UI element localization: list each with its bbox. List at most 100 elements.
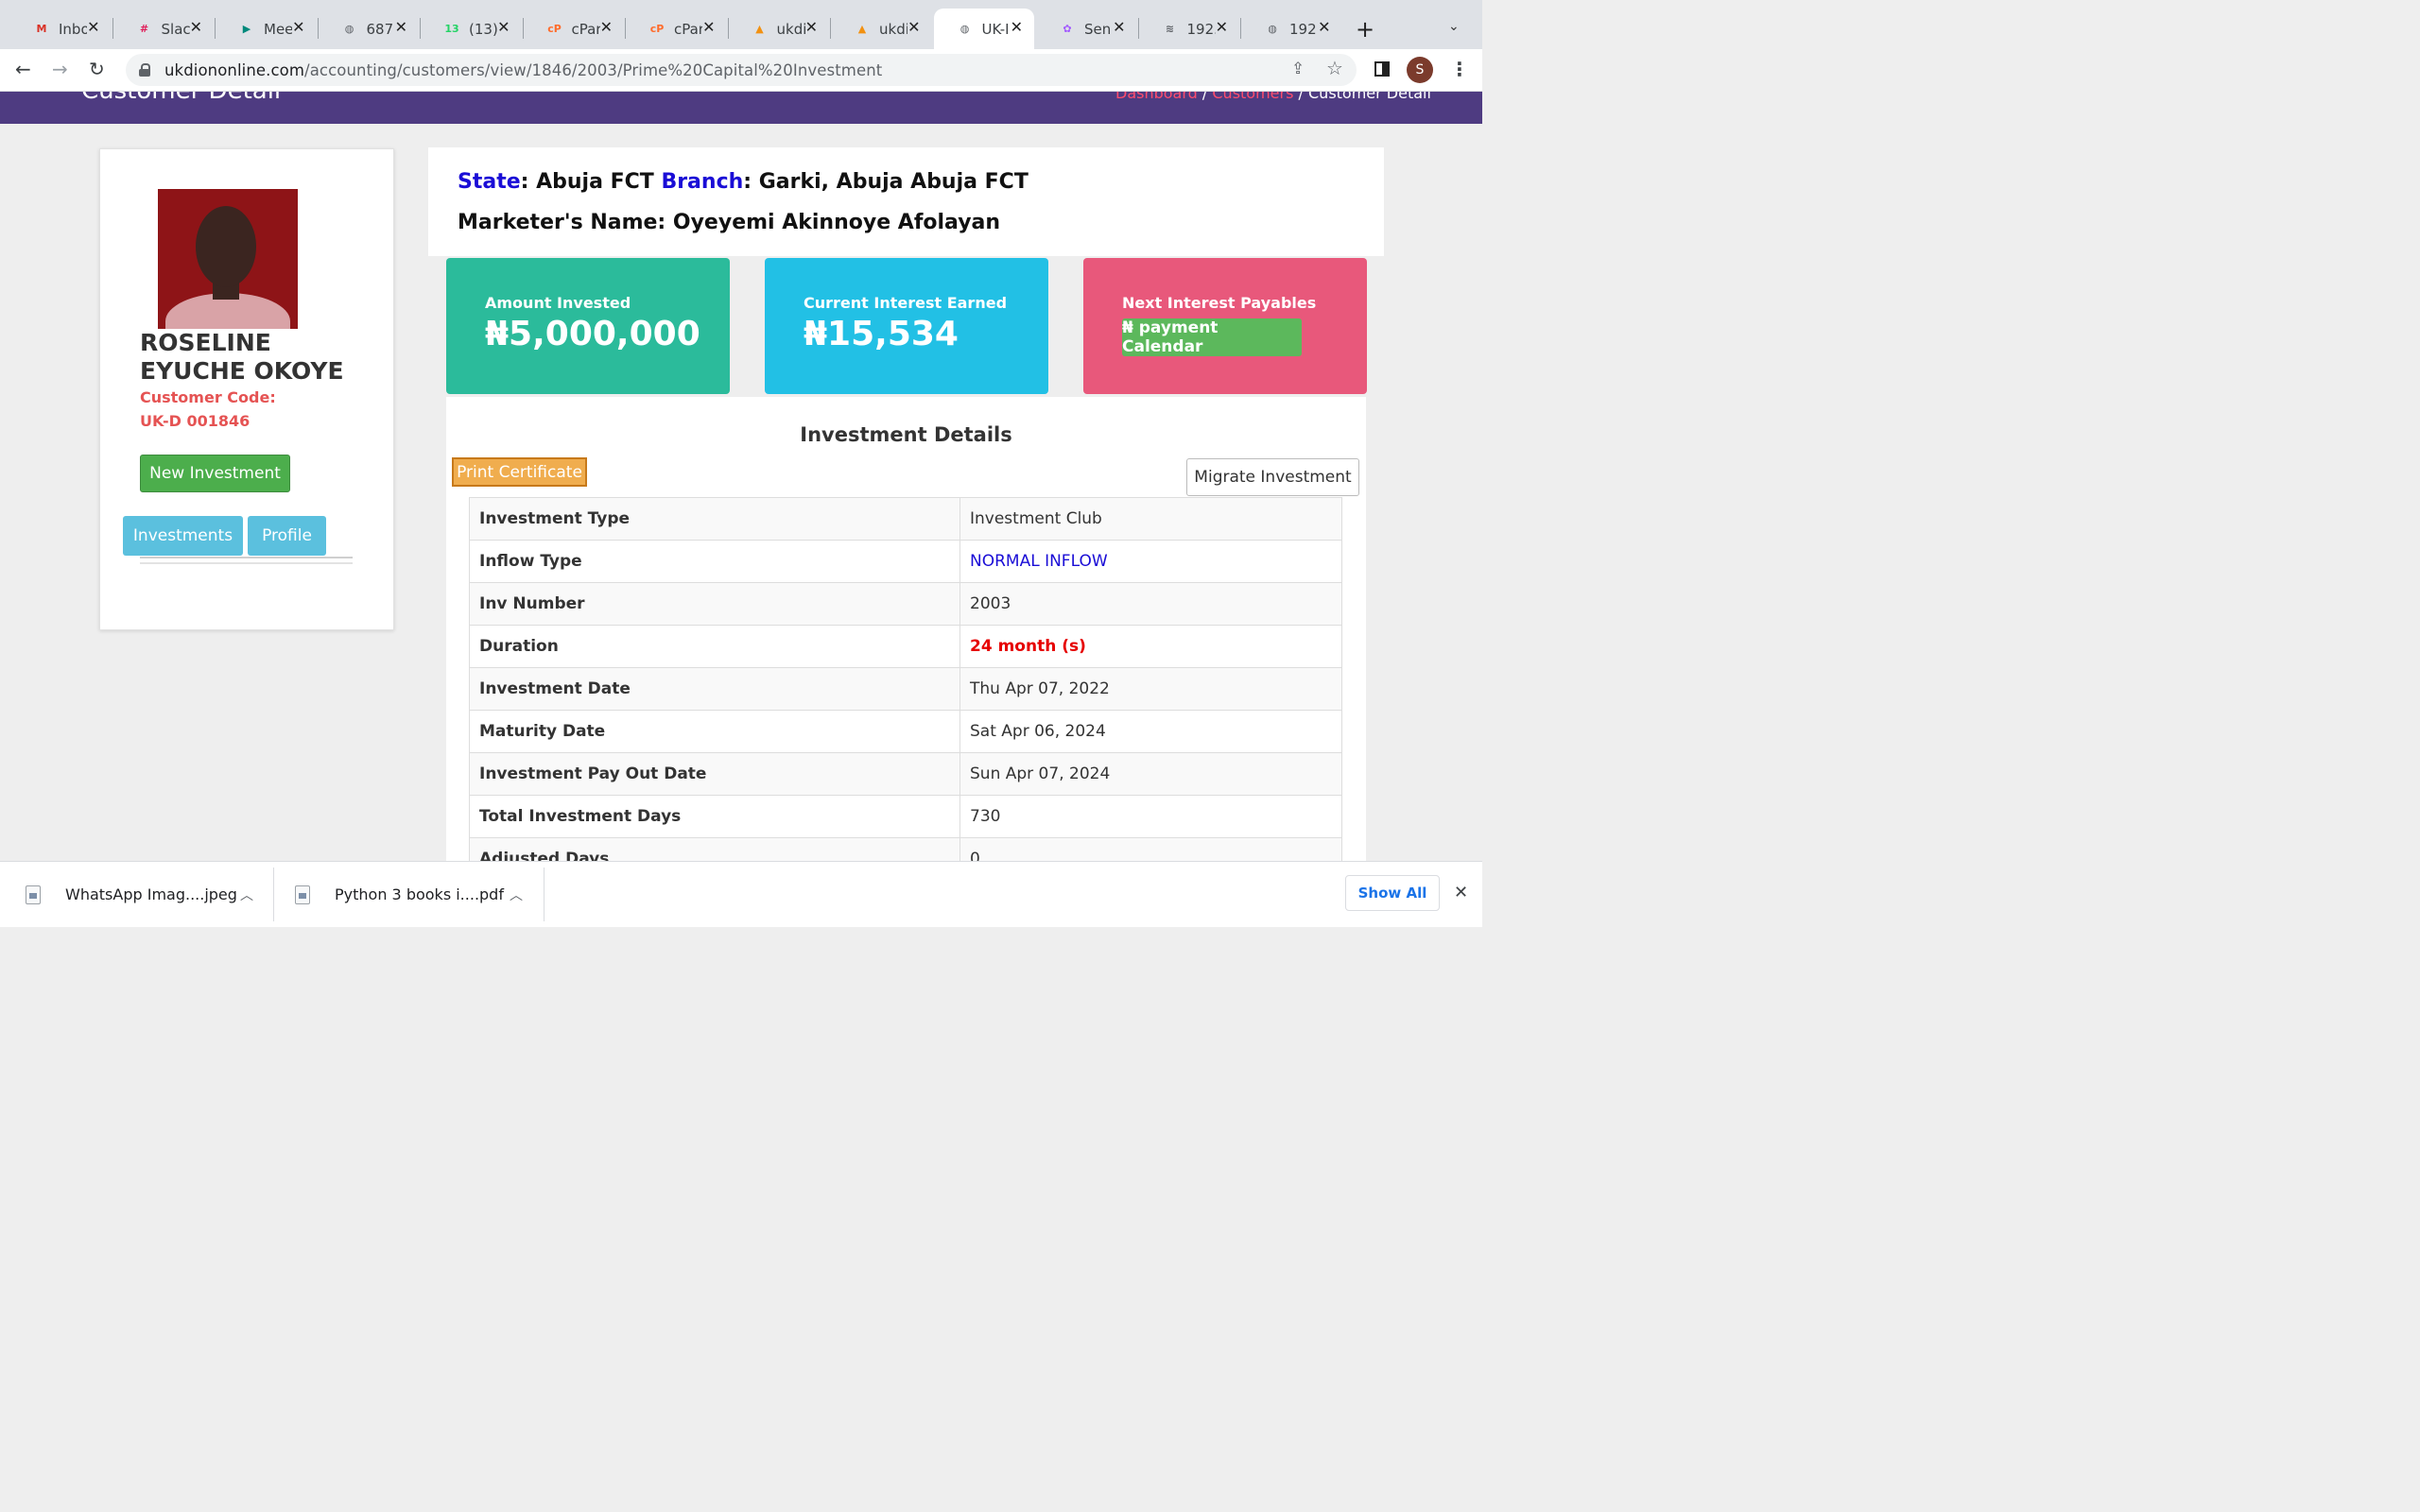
browser-tab[interactable]: ◍ UK-I ✕: [933, 9, 1034, 49]
tab-investments[interactable]: Investments: [123, 516, 243, 556]
new-tab-button[interactable]: +: [1356, 16, 1374, 43]
url-host: ukdiononline.com: [164, 60, 305, 79]
close-tab-icon[interactable]: ✕: [395, 18, 407, 36]
new-investment-button[interactable]: New Investment: [140, 455, 290, 492]
slack-icon: #: [139, 23, 149, 35]
browser-tab[interactable]: ≋ 192.✕: [1139, 9, 1240, 49]
tab-separator: [522, 18, 524, 39]
page-title: Customer Detail: [81, 92, 281, 105]
close-tab-icon[interactable]: ✕: [1318, 18, 1330, 36]
bookmark-star-icon[interactable]: ☆: [1326, 57, 1343, 79]
share-icon[interactable]: ⇪: [1291, 60, 1305, 78]
downloads-bar: WhatsApp Imag....jpeg ︿ Python 3 books i…: [0, 861, 1482, 927]
customer-profile-card: ROSELINE EYUCHE OKOYE Customer Code: UK-…: [99, 148, 394, 630]
download-item[interactable]: WhatsApp Imag....jpeg: [26, 862, 237, 927]
migrate-investment-button[interactable]: Migrate Investment: [1186, 458, 1359, 496]
side-panel-icon[interactable]: [1374, 61, 1390, 77]
close-tab-icon[interactable]: ✕: [292, 18, 304, 36]
tab-title: Sen: [1084, 20, 1112, 38]
browser-tab[interactable]: cP cPar ✕: [626, 9, 727, 49]
table-row: Inv Number 2003: [469, 582, 1342, 626]
print-certificate-button[interactable]: Print Certificate: [452, 457, 587, 487]
row-value: Investment Club: [959, 497, 1342, 541]
customer-name: ROSELINE EYUCHE OKOYE: [140, 329, 344, 385]
pma-icon: ▲: [755, 23, 764, 35]
breadcrumb-current: Customer Detail: [1308, 92, 1431, 102]
branch-label: Branch: [661, 170, 744, 194]
tab-separator: [420, 18, 421, 39]
row-label: Maturity Date: [469, 710, 960, 753]
close-tab-icon[interactable]: ✕: [908, 18, 920, 36]
browser-tab[interactable]: ▲ ukdi ✕: [729, 9, 830, 49]
close-icon[interactable]: ✕: [1454, 883, 1468, 902]
tab-title: ukdi: [776, 20, 805, 38]
globe-icon: ◍: [1268, 23, 1277, 35]
tab-title: (13): [469, 20, 497, 38]
close-tab-icon[interactable]: ✕: [805, 18, 818, 36]
browser-tab[interactable]: ◍ 687 ✕: [319, 9, 420, 49]
tab-title: 687: [366, 20, 394, 38]
tab-separator: [830, 18, 831, 39]
breadcrumb-customers[interactable]: Customers: [1212, 92, 1293, 102]
tab-title: cPar: [571, 20, 600, 38]
table-row: Maturity Date Sat Apr 06, 2024: [469, 710, 1342, 753]
browser-tab[interactable]: ▲ ukdi ✕: [831, 9, 932, 49]
tab-divider: [140, 557, 353, 558]
close-tab-icon[interactable]: ✕: [1216, 18, 1228, 36]
table-row: Inflow Type NORMAL INFLOW: [469, 540, 1342, 583]
profile-avatar[interactable]: S: [1407, 57, 1433, 83]
tab-search-chevron-icon[interactable]: ⌄: [1448, 19, 1460, 34]
cpanel-icon: cP: [649, 23, 665, 35]
browser-tab[interactable]: 13 (13) ✕: [421, 9, 522, 49]
url-text[interactable]: ukdiononline.com/accounting/customers/vi…: [164, 61, 882, 79]
browser-tab[interactable]: M Inbo ✕: [10, 9, 112, 49]
close-tab-icon[interactable]: ✕: [190, 18, 202, 36]
branch-value: : Garki, Abuja Abuja FCT: [743, 170, 1028, 194]
browser-tab[interactable]: ▶ Mee ✕: [216, 9, 317, 49]
chevron-up-icon[interactable]: ︿: [240, 885, 253, 904]
row-label: Inv Number: [469, 582, 960, 626]
close-tab-icon[interactable]: ✕: [1113, 18, 1125, 36]
download-filename: Python 3 books i....pdf: [335, 885, 504, 903]
close-tab-icon[interactable]: ✕: [1011, 18, 1023, 36]
globe-icon: ◍: [959, 23, 970, 35]
row-label: Total Investment Days: [469, 795, 960, 838]
next-interest-payables-card: Next Interest Payables ₦ payment Calenda…: [1083, 258, 1367, 394]
row-value: 2003: [959, 582, 1342, 626]
address-bar[interactable]: ukdiononline.com/accounting/customers/vi…: [126, 54, 1357, 86]
tab-separator: [112, 18, 113, 39]
next-interest-payables-label: Next Interest Payables: [1122, 294, 1317, 312]
close-tab-icon[interactable]: ✕: [600, 18, 613, 36]
browser-menu-icon[interactable]: ⋮: [1450, 58, 1469, 80]
close-tab-icon[interactable]: ✕: [87, 18, 99, 36]
table-row: Investment Date Thu Apr 07, 2022: [469, 667, 1342, 711]
breadcrumb-dashboard[interactable]: Dashboard: [1115, 92, 1198, 102]
show-all-downloads-button[interactable]: Show All: [1345, 875, 1440, 911]
payment-calendar-button[interactable]: ₦ payment Calendar: [1122, 318, 1302, 356]
browser-tab[interactable]: # Slac ✕: [113, 9, 215, 49]
browser-tab[interactable]: ◍ 192.✕: [1241, 9, 1342, 49]
breadcrumb-separator: /: [1197, 92, 1213, 102]
back-arrow-icon[interactable]: ←: [15, 58, 31, 80]
globe-icon: ◍: [344, 23, 354, 35]
close-tab-icon[interactable]: ✕: [702, 18, 715, 36]
investment-details-title: Investment Details: [800, 423, 1012, 446]
download-item[interactable]: Python 3 books i....pdf: [295, 862, 504, 927]
table-row: Duration 24 month (s): [469, 625, 1342, 668]
pma-icon: ▲: [857, 23, 867, 35]
amount-invested-value: ₦5,000,000: [485, 315, 700, 353]
customer-code-label: Customer Code:: [140, 388, 276, 406]
image-file-icon: [26, 885, 41, 904]
amount-invested-card: Amount Invested ₦5,000,000: [446, 258, 730, 394]
marketer-name: Marketer's Name: Oyeyemi Akinnoye Afolay…: [458, 211, 1001, 234]
state-label: State: [458, 170, 521, 194]
chevron-up-icon[interactable]: ︿: [510, 885, 523, 904]
browser-tab[interactable]: cP cPar ✕: [524, 9, 625, 49]
reload-icon[interactable]: ↻: [89, 58, 105, 80]
close-tab-icon[interactable]: ✕: [497, 18, 510, 36]
tab-profile[interactable]: Profile: [248, 516, 326, 556]
forward-arrow-icon[interactable]: →: [52, 58, 68, 80]
lock-icon[interactable]: [139, 63, 150, 77]
row-label: Duration: [469, 625, 960, 668]
browser-tab[interactable]: ✿ Sen ✕: [1036, 9, 1137, 49]
